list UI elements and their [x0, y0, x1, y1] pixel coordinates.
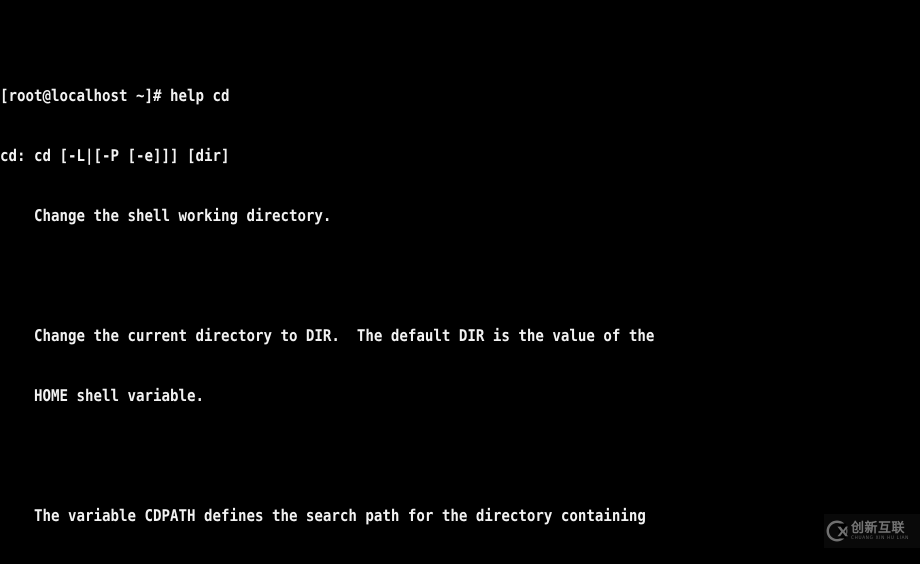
watermark-text: 创新互联 CHUANG XIN HU LIAN	[851, 522, 909, 540]
watermark-pinyin-text: CHUANG XIN HU LIAN	[851, 534, 909, 540]
watermark-chinese-text: 创新互联	[851, 520, 906, 536]
watermark-logo-icon	[826, 520, 848, 542]
watermark: 创新互联 CHUANG XIN HU LIAN	[824, 514, 920, 548]
terminal-window[interactable]: [root@localhost ~]# help cd cd: cd [-L|[…	[0, 0, 920, 564]
console-output: [root@localhost ~]# help cd cd: cd [-L|[…	[0, 0, 671, 564]
output-line: cd: cd [-L|[-P [-e]]] [dir]	[0, 146, 230, 165]
partial-scrollback-line	[0, 26, 671, 46]
output-line: Change the shell working directory.	[0, 206, 332, 225]
output-line: Change the current directory to DIR. The…	[0, 326, 655, 345]
prompt-line: [root@localhost ~]# help cd	[0, 86, 230, 105]
output-line: The variable CDPATH defines the search p…	[0, 506, 646, 525]
output-line: HOME shell variable.	[0, 386, 204, 405]
